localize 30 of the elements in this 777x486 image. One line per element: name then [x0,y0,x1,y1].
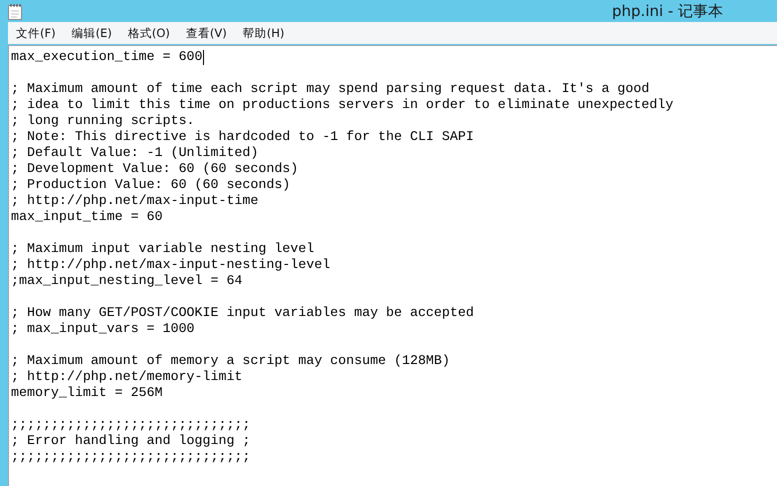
menu-item[interactable]: 查看(V) [184,26,228,40]
text-line: ;;;;;;;;;;;;;;;;;;;;;;;;;;;;;; [11,417,250,433]
text-editor[interactable] [8,45,777,486]
text-line: max_execution_time = 600 [11,49,203,65]
text-line: ; Maximum amount of time each script may spend parsing request data. It's a good [11,81,650,97]
text-line: ; idea to limit this time on productions servers in order to eliminate unexpectedly [11,97,674,113]
menu-item[interactable]: 编辑(E) [70,26,113,40]
text-caret [202,50,204,64]
text-line: ; Production Value: 60 (60 seconds) [11,177,290,193]
text-line: ; http://php.net/max-input-nesting-level [11,257,330,273]
text-line: ; Error handling and logging ; [11,433,250,449]
text-line: ; Default Value: -1 (Unlimited) [11,145,258,161]
text-line: ; Maximum amount of memory a script may consume (128MB) [11,353,450,369]
text-line: ; long running scripts. [11,113,195,129]
text-line: memory_limit = 256M [11,385,163,401]
text-line: ; How many GET/POST/COOKIE input variables may be accepted [11,305,474,321]
window-title: php.ini - 记事本 [612,2,724,20]
text-line: ;;;;;;;;;;;;;;;;;;;;;;;;;;;;;; [11,449,250,465]
text-line: ; max_input_vars = 1000 [11,321,195,337]
text-line: ;max_input_nesting_level = 64 [11,273,242,289]
notepad-icon [8,3,22,20]
text-line: ; Development Value: 60 (60 seconds) [11,161,298,177]
text-line: ; Maximum input variable nesting level [11,241,314,257]
text-line: ; http://php.net/memory-limit [11,369,242,385]
text-line: max_input_time = 60 [11,209,163,225]
menu-item[interactable]: 文件(F) [15,26,57,40]
menu-item[interactable]: 格式(O) [126,26,171,40]
text-line: ; Note: This directive is hardcoded to -1 for the CLI SAPI [11,129,474,145]
text-line: ; http://php.net/max-input-time [11,193,258,209]
menu-item[interactable]: 帮助(H) [242,26,286,40]
